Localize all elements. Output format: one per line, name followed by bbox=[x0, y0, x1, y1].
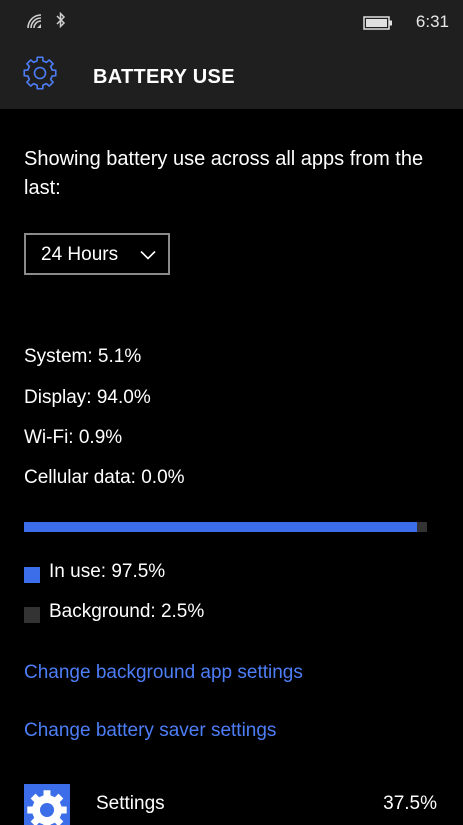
wifi-signal-icon bbox=[27, 14, 42, 29]
wifi-usage-text: Wi-Fi: 0.9% bbox=[24, 427, 123, 448]
usage-progress-bar bbox=[24, 522, 427, 532]
in-use-legend-swatch bbox=[24, 567, 40, 583]
app-name: Settings bbox=[96, 793, 165, 814]
intro-text: Showing battery use across all apps from… bbox=[24, 148, 424, 199]
cellular-usage-text: Cellular data: 0.0% bbox=[24, 467, 185, 488]
usage-progress-fill bbox=[24, 522, 417, 532]
background-legend-label: Background: 2.5% bbox=[49, 601, 205, 622]
status-time: 6:31 bbox=[415, 12, 449, 31]
app-icon-tile bbox=[24, 784, 70, 825]
status-bar: 6:31 bbox=[0, 0, 463, 45]
display-usage-text: Display: 94.0% bbox=[24, 387, 151, 408]
page-title: BATTERY USE bbox=[93, 66, 235, 88]
change-background-app-settings-link[interactable]: Change background app settings bbox=[24, 662, 303, 684]
bluetooth-icon bbox=[56, 12, 66, 29]
change-battery-saver-settings-link[interactable]: Change battery saver settings bbox=[24, 720, 276, 742]
battery-icon bbox=[363, 16, 392, 30]
app-usage-percent: 37.5% bbox=[383, 793, 437, 814]
in-use-legend-label: In use: 97.5% bbox=[49, 561, 166, 582]
chevron-down-icon bbox=[140, 250, 156, 260]
settings-gear-icon bbox=[27, 790, 67, 825]
gear-icon bbox=[23, 56, 57, 90]
background-legend-swatch bbox=[24, 607, 40, 623]
period-selected-value: 24 Hours bbox=[41, 244, 119, 265]
period-dropdown[interactable]: 24 Hours bbox=[24, 233, 170, 275]
system-usage-text: System: 5.1% bbox=[24, 346, 142, 367]
app-list-item[interactable]: Settings 37.5% bbox=[0, 778, 463, 825]
page-header: BATTERY USE bbox=[0, 45, 463, 109]
